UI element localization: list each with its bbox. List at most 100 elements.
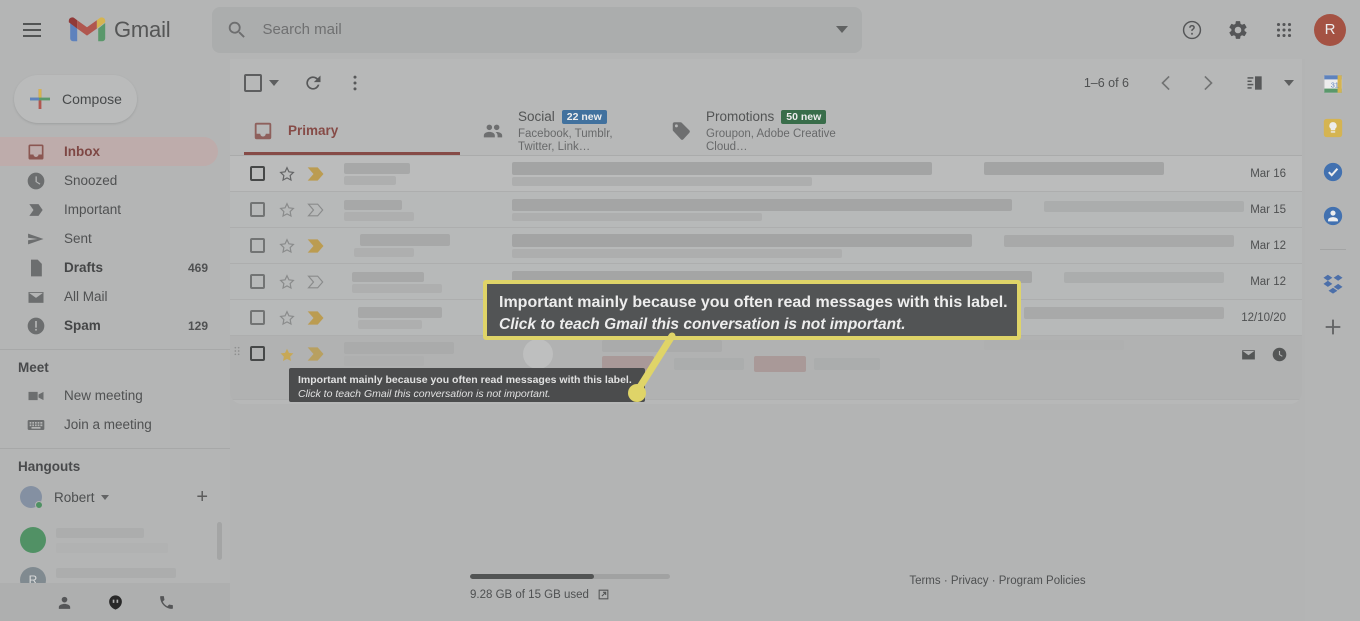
inbox-tab-icon bbox=[254, 122, 272, 140]
input-tools-icon bbox=[1247, 76, 1262, 90]
meet-section-title: Meet bbox=[18, 360, 49, 375]
row-checkbox[interactable] bbox=[250, 274, 265, 289]
sidebar-item-new-meeting[interactable]: New meeting bbox=[0, 381, 218, 410]
sidebar-item-spam[interactable]: Spam 129 bbox=[0, 311, 218, 340]
search-input[interactable] bbox=[262, 21, 829, 38]
tab-label: Primary bbox=[288, 123, 339, 139]
refresh-button[interactable] bbox=[295, 65, 331, 101]
compose-button[interactable]: Compose bbox=[14, 75, 137, 123]
row-checkbox[interactable] bbox=[250, 166, 265, 181]
google-tasks-icon[interactable] bbox=[1322, 161, 1344, 183]
search-bar[interactable] bbox=[212, 6, 863, 53]
side-panel-rail: 31 bbox=[1305, 59, 1360, 621]
sidebar-item-label: Spam bbox=[64, 318, 101, 333]
sidebar-item-snoozed[interactable]: Snoozed bbox=[0, 166, 218, 195]
list-item[interactable] bbox=[0, 520, 230, 560]
table-row[interactable]: Mar 15 bbox=[230, 192, 1302, 228]
google-keep-icon[interactable] bbox=[1322, 117, 1344, 139]
important-marker-icon[interactable] bbox=[306, 346, 326, 362]
hangouts-scrollbar[interactable] bbox=[217, 522, 222, 560]
chevron-down-icon[interactable] bbox=[100, 494, 109, 500]
row-checkbox[interactable] bbox=[250, 310, 265, 325]
star-icon[interactable] bbox=[278, 237, 296, 255]
star-icon[interactable] bbox=[278, 309, 296, 327]
callout-line-1: Important mainly because you often read … bbox=[499, 294, 1008, 311]
hangouts-icon[interactable] bbox=[107, 594, 124, 611]
row-checkbox[interactable] bbox=[250, 202, 265, 217]
dropbox-addon-icon[interactable] bbox=[1322, 272, 1344, 294]
spam-alert-icon bbox=[27, 317, 45, 334]
star-icon-filled[interactable] bbox=[278, 346, 296, 364]
avatar bbox=[20, 486, 43, 509]
google-calendar-icon[interactable]: 31 bbox=[1322, 73, 1344, 95]
hangouts-user-status[interactable]: Robert + bbox=[0, 480, 230, 514]
avatar[interactable]: R bbox=[1314, 13, 1346, 46]
sidebar-item-label: Drafts bbox=[64, 260, 104, 275]
snooze-clock-icon[interactable] bbox=[1271, 346, 1288, 363]
refresh-icon bbox=[306, 75, 321, 90]
plus-icon[interactable]: + bbox=[196, 486, 208, 509]
app-header: Gmail Search mail R bbox=[0, 0, 1360, 59]
star-icon[interactable] bbox=[278, 165, 296, 183]
star-icon[interactable] bbox=[278, 273, 296, 291]
chevron-right-icon bbox=[1204, 75, 1213, 91]
add-addon-plus-icon[interactable] bbox=[1322, 316, 1344, 338]
help-icon[interactable] bbox=[1172, 10, 1212, 50]
row-checkbox[interactable] bbox=[250, 346, 265, 361]
more-options-button[interactable] bbox=[337, 65, 373, 101]
star-icon[interactable] bbox=[278, 201, 296, 219]
storage-label: 9.28 GB of 15 GB used bbox=[470, 588, 589, 601]
drag-dots-icon[interactable] bbox=[233, 346, 241, 356]
sidebar-item-inbox[interactable]: Inbox bbox=[0, 137, 218, 166]
draft-page-icon bbox=[31, 259, 42, 276]
table-row[interactable]: Mar 16 bbox=[230, 156, 1302, 192]
apps-grid-icon[interactable] bbox=[1264, 10, 1304, 50]
sidebar-item-label: Important bbox=[64, 202, 122, 217]
tab-social[interactable]: Social 22 new Facebook, Tumblr, Twitter, … bbox=[460, 107, 648, 155]
google-contacts-icon[interactable] bbox=[1322, 205, 1344, 227]
sidebar: Compose Inbox Snoozed Important Sent Dra… bbox=[0, 59, 230, 621]
phone-icon[interactable] bbox=[158, 594, 175, 611]
row-content-redacted bbox=[344, 197, 1244, 223]
important-marker-icon[interactable] bbox=[306, 166, 326, 182]
clock-icon bbox=[27, 172, 45, 189]
select-all-chevron-down-icon[interactable] bbox=[269, 80, 279, 86]
toolbar-right: 1–6 of 6 bbox=[1084, 65, 1294, 101]
tab-label: Promotions bbox=[706, 108, 775, 124]
keyboard-icon bbox=[27, 419, 45, 430]
sidebar-item-important[interactable]: Important bbox=[0, 195, 218, 224]
input-tools-chevron-down-icon[interactable] bbox=[1284, 80, 1294, 86]
tab-primary[interactable]: Primary bbox=[230, 107, 460, 155]
input-tools-button[interactable] bbox=[1237, 65, 1273, 101]
external-link-icon[interactable] bbox=[597, 588, 610, 601]
important-marker-icon[interactable] bbox=[306, 202, 326, 218]
search-icon bbox=[229, 21, 246, 38]
zoomed-tooltip-callout: Important mainly because you often read … bbox=[483, 280, 1021, 340]
tab-promotions[interactable]: Promotions 50 new Groupon, Adobe Creative… bbox=[648, 107, 836, 155]
sidebar-item-all-mail[interactable]: All Mail bbox=[0, 282, 218, 311]
person-icon[interactable] bbox=[56, 594, 73, 611]
calendar-day-number: 31 bbox=[1330, 81, 1338, 90]
important-marker-icon[interactable] bbox=[306, 274, 326, 290]
previous-page-button[interactable] bbox=[1149, 65, 1185, 101]
next-page-button[interactable] bbox=[1189, 65, 1225, 101]
footer: 9.28 GB of 15 GB used Terms · Privacy · … bbox=[460, 566, 1360, 621]
legal-links[interactable]: Terms · Privacy · Program Policies bbox=[460, 575, 1360, 587]
hamburger-icon[interactable] bbox=[10, 8, 54, 52]
sidebar-item-sent[interactable]: Sent bbox=[0, 224, 218, 253]
pagination-count: 1–6 of 6 bbox=[1083, 76, 1129, 90]
select-all-checkbox[interactable] bbox=[244, 74, 262, 92]
table-row[interactable]: Mar 12 bbox=[230, 228, 1302, 264]
search-options-chevron-icon[interactable] bbox=[836, 26, 849, 33]
important-marker-icon[interactable] bbox=[306, 310, 326, 326]
tag-icon bbox=[672, 122, 690, 140]
sidebar-item-drafts[interactable]: Drafts 469 bbox=[0, 253, 218, 282]
row-checkbox[interactable] bbox=[250, 238, 265, 253]
important-marker-icon[interactable] bbox=[306, 238, 326, 254]
hangouts-section-title: Hangouts bbox=[18, 459, 81, 474]
gear-icon[interactable] bbox=[1218, 10, 1258, 50]
mail-toolbar: 1–6 of 6 bbox=[230, 59, 1302, 107]
mark-as-read-icon[interactable] bbox=[1240, 346, 1257, 363]
tab-label: Social bbox=[518, 108, 555, 124]
sidebar-item-join-meeting[interactable]: Join a meeting bbox=[0, 410, 218, 439]
